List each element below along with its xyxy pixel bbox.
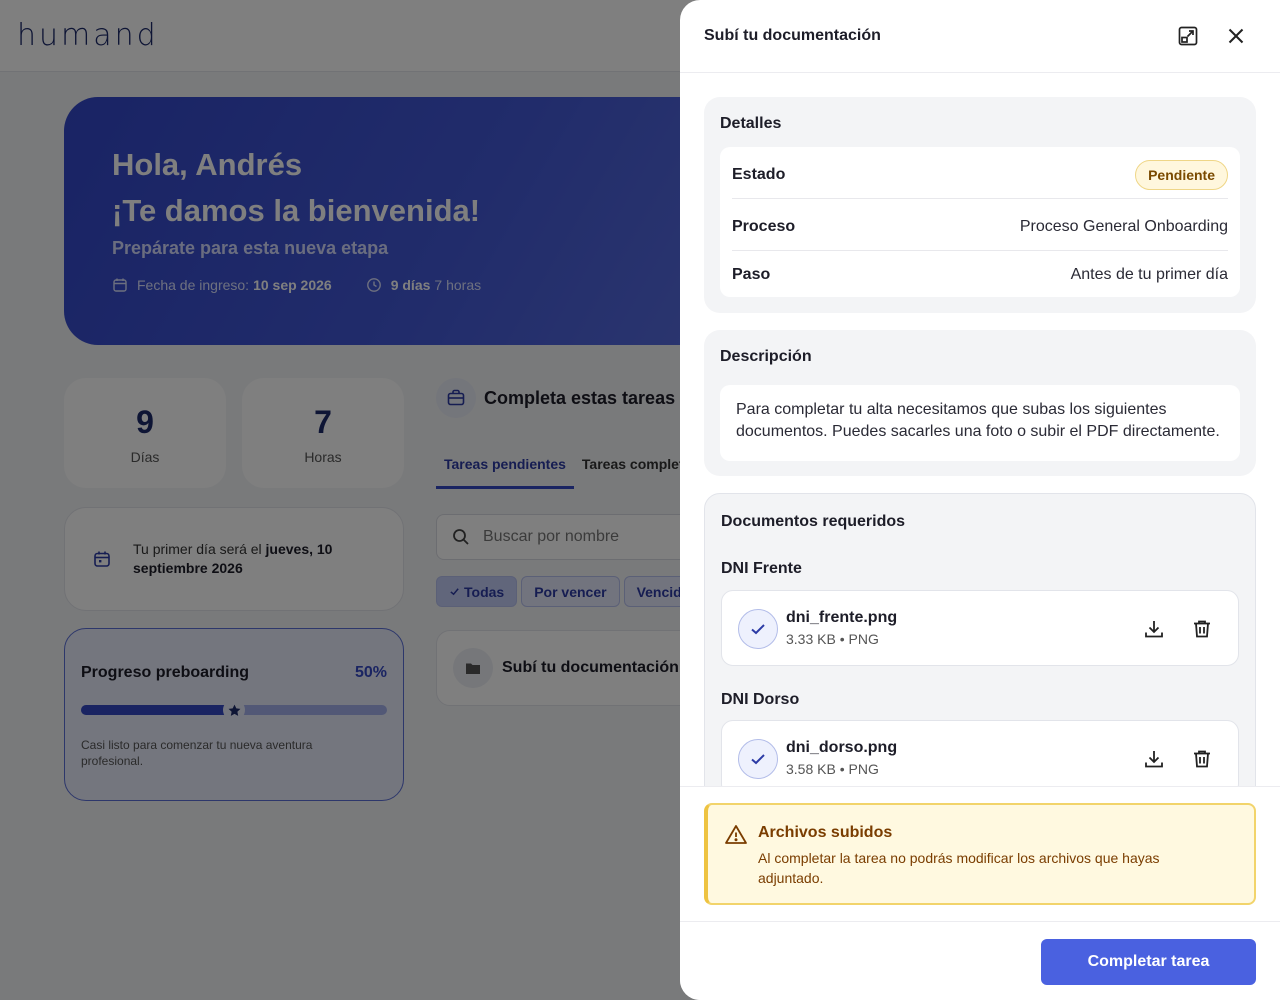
file-name: dni_frente.png <box>786 609 898 626</box>
detail-key: Paso <box>732 266 771 283</box>
status-badge: Pendiente <box>1135 159 1228 190</box>
drawer-header: Subí tu documentación <box>680 0 1280 73</box>
detail-key: Proceso <box>732 217 796 235</box>
details-section: Detalles Estado Pendiente Proceso Proces… <box>704 97 1256 313</box>
close-icon <box>1228 28 1244 44</box>
required-documents-section: Documentos requeridos DNI Frente dni_fre… <box>704 493 1256 813</box>
alert-text: Al completar la tarea no podrás modifica… <box>758 850 1160 886</box>
warning-icon <box>725 825 747 844</box>
download-icon <box>1145 621 1163 638</box>
files-uploaded-alert: Archivos subidos Al completar la tarea n… <box>704 803 1256 905</box>
detail-value: Antes de tu primer día <box>1070 266 1228 283</box>
uploaded-file-card: dni_frente.png 3.33 KB • PNG <box>721 590 1239 666</box>
download-button[interactable] <box>1140 745 1168 773</box>
check-icon <box>738 739 778 779</box>
document-label: DNI Dorso <box>721 691 800 708</box>
complete-task-button[interactable]: Completar tarea <box>1041 939 1256 985</box>
details-title: Detalles <box>720 115 782 132</box>
delete-button[interactable] <box>1188 745 1216 773</box>
detail-row-step: Paso Antes de tu primer día <box>732 251 1228 299</box>
detail-row-process: Proceso Proceso General Onboarding <box>732 203 1228 251</box>
download-icon <box>1145 751 1163 768</box>
footer-divider <box>680 921 1280 922</box>
trash-icon <box>1194 620 1210 638</box>
trash-icon <box>1194 750 1210 768</box>
delete-button[interactable] <box>1188 615 1216 643</box>
description-section: Descripción Para completar tu alta neces… <box>704 330 1256 476</box>
file-name: dni_dorso.png <box>786 739 898 756</box>
uploaded-file-card: dni_dorso.png 3.58 KB • PNG <box>721 720 1239 796</box>
document-label: DNI Frente <box>721 560 802 577</box>
description-title: Descripción <box>720 348 812 365</box>
drawer-footer-area: Archivos subidos Al completar la tarea n… <box>680 786 1280 1000</box>
description-text: Para completar tu alta necesitamos que s… <box>720 385 1240 461</box>
drawer-title: Subí tu documentación <box>704 27 881 44</box>
required-documents-title: Documentos requeridos <box>721 513 906 530</box>
detail-value: Proceso General Onboarding <box>1019 217 1228 235</box>
details-box: Estado Pendiente Proceso Proceso General… <box>720 147 1240 297</box>
close-button[interactable] <box>1222 22 1250 50</box>
file-meta: 3.33 KB • PNG <box>786 631 879 647</box>
task-drawer: Subí tu documentación Detalles Estado Pe… <box>680 0 1280 1000</box>
check-icon <box>738 609 778 649</box>
download-button[interactable] <box>1140 615 1168 643</box>
file-meta: 3.58 KB • PNG <box>786 761 879 777</box>
detail-row-status: Estado Pendiente <box>732 151 1228 199</box>
expand-button[interactable] <box>1174 22 1202 50</box>
detail-key: Estado <box>732 165 786 183</box>
alert-title: Archivos subidos <box>758 824 893 841</box>
expand-icon <box>1178 26 1198 46</box>
